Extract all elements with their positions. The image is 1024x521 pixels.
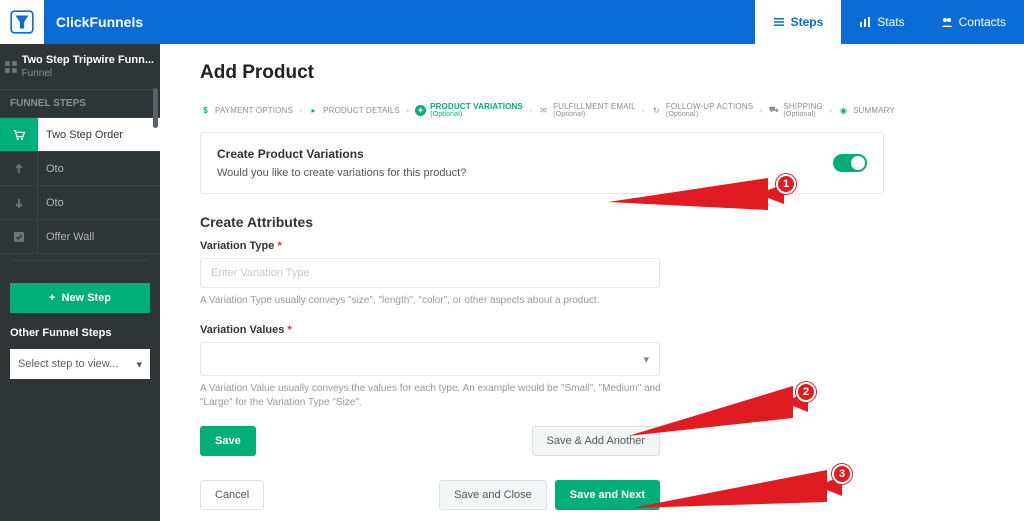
sidebar-step-oto-2[interactable]: Oto (0, 186, 160, 220)
dollar-icon: $ (200, 105, 211, 116)
variations-icon: ✦ (415, 105, 426, 116)
sidebar-step-two-step-order[interactable]: Two Step Order (0, 118, 160, 152)
step-label: Two Step Order (38, 129, 123, 141)
email-icon: ✉ (538, 105, 549, 116)
create-variations-toggle[interactable] (833, 154, 867, 172)
step-label: Oto (38, 163, 64, 175)
tab-stats-label: Stats (877, 15, 904, 29)
sidebar-step-oto-1[interactable]: Oto (0, 152, 160, 186)
new-step-button[interactable]: + New Step (10, 283, 150, 313)
caret-down-icon: ▾ (643, 353, 649, 366)
variation-values-label: Variation Values * (200, 324, 884, 336)
tab-steps[interactable]: Steps (755, 0, 842, 44)
variation-values-help: A Variation Value usually conveys the va… (200, 382, 670, 410)
followup-icon: ↻ (651, 105, 662, 116)
wizard-sep: › (829, 105, 832, 115)
callout-badge-2: 2 (796, 382, 816, 402)
funnel-sub: Funnel (22, 68, 154, 79)
cart-icon (0, 118, 38, 151)
required-mark: * (277, 240, 281, 252)
top-tabs: Steps Stats Contacts (755, 0, 1024, 44)
check-box-icon (0, 220, 38, 253)
save-add-another-button[interactable]: Save & Add Another (532, 426, 660, 456)
page-title: Add Product (200, 62, 884, 84)
panel-desc: Would you like to create variations for … (217, 167, 466, 179)
other-step-select[interactable]: Select step to view... ▾ (10, 349, 150, 379)
tab-steps-label: Steps (791, 15, 824, 29)
contacts-icon (941, 16, 953, 28)
arrow-down-icon (0, 186, 38, 219)
wizard-sep: › (299, 105, 302, 115)
funnel-name: Two Step Tripwire Funn... (22, 54, 154, 66)
plus-icon: + (49, 292, 55, 304)
wizard-steps: $PAYMENT OPTIONS › ▸PRODUCT DETAILS › ✦P… (200, 102, 884, 118)
wizard-shipping[interactable]: ⛟SHIPPING(Optional) (768, 102, 823, 118)
step-label: Oto (38, 197, 64, 209)
tab-contacts[interactable]: Contacts (923, 0, 1024, 44)
clickfunnels-logo-icon (9, 9, 35, 35)
variation-type-label: Variation Type * (200, 240, 884, 252)
wizard-sep: › (642, 105, 645, 115)
caret-down-icon: ▾ (136, 358, 142, 371)
variation-type-input[interactable] (200, 258, 660, 288)
wizard-payment-options[interactable]: $PAYMENT OPTIONS (200, 105, 293, 116)
funnel-title-block[interactable]: Two Step Tripwire Funn... Funnel (22, 44, 160, 89)
wizard-sep: › (759, 105, 762, 115)
wizard-product-details[interactable]: ▸PRODUCT DETAILS (308, 105, 400, 116)
main-content: Add Product $PAYMENT OPTIONS › ▸PRODUCT … (160, 44, 1024, 521)
callout-arrow-3 (632, 464, 842, 512)
create-attributes-title: Create Attributes (200, 214, 884, 230)
wizard-fulfillment-email[interactable]: ✉FULFILLMENT EMAIL(Optional) (538, 102, 636, 118)
sidebar-step-offer-wall[interactable]: Offer Wall (0, 220, 160, 254)
tag-icon: ▸ (308, 105, 319, 116)
shipping-icon: ⛟ (768, 105, 779, 116)
wizard-followup-actions[interactable]: ↻FOLLOW-UP ACTIONS(Optional) (651, 102, 753, 118)
other-step-select-value: Select step to view... (18, 358, 118, 370)
save-and-next-button[interactable]: Save and Next (555, 480, 660, 510)
required-mark: * (287, 324, 291, 336)
top-bar: ClickFunnels Steps Stats Contacts (0, 0, 1024, 44)
save-button[interactable]: Save (200, 426, 256, 456)
cancel-button[interactable]: Cancel (200, 480, 264, 510)
wizard-sep: › (529, 105, 532, 115)
step-label: Offer Wall (38, 231, 94, 243)
arrow-up-icon (0, 152, 38, 185)
sidebar-scrollbar[interactable] (153, 88, 158, 128)
save-and-close-button[interactable]: Save and Close (439, 480, 547, 510)
variation-type-help: A Variation Type usually conveys "size",… (200, 294, 670, 308)
brand-name: ClickFunnels (56, 14, 143, 30)
funnel-steps-label: FUNNEL STEPS (0, 89, 160, 118)
panel-title: Create Product Variations (217, 147, 466, 161)
other-funnel-steps-label: Other Funnel Steps (0, 323, 160, 343)
wizard-product-variations[interactable]: ✦PRODUCT VARIATIONS(Optional) (415, 102, 523, 118)
brand-logo[interactable] (0, 0, 44, 44)
funnel-grid-icon[interactable] (0, 44, 22, 89)
new-step-label: New Step (61, 292, 111, 304)
callout-badge-1: 1 (776, 174, 796, 194)
tab-contacts-label: Contacts (959, 15, 1006, 29)
variation-values-select[interactable]: ▾ (200, 342, 660, 376)
stats-icon (859, 16, 871, 28)
callout-badge-3: 3 (832, 464, 852, 484)
steps-icon (773, 16, 785, 28)
sidebar: Two Step Tripwire Funn... Funnel FUNNEL … (0, 44, 160, 521)
wizard-sep: › (406, 105, 409, 115)
summary-icon: ◉ (838, 105, 849, 116)
wizard-summary[interactable]: ◉SUMMARY (838, 105, 895, 116)
tab-stats[interactable]: Stats (841, 0, 922, 44)
